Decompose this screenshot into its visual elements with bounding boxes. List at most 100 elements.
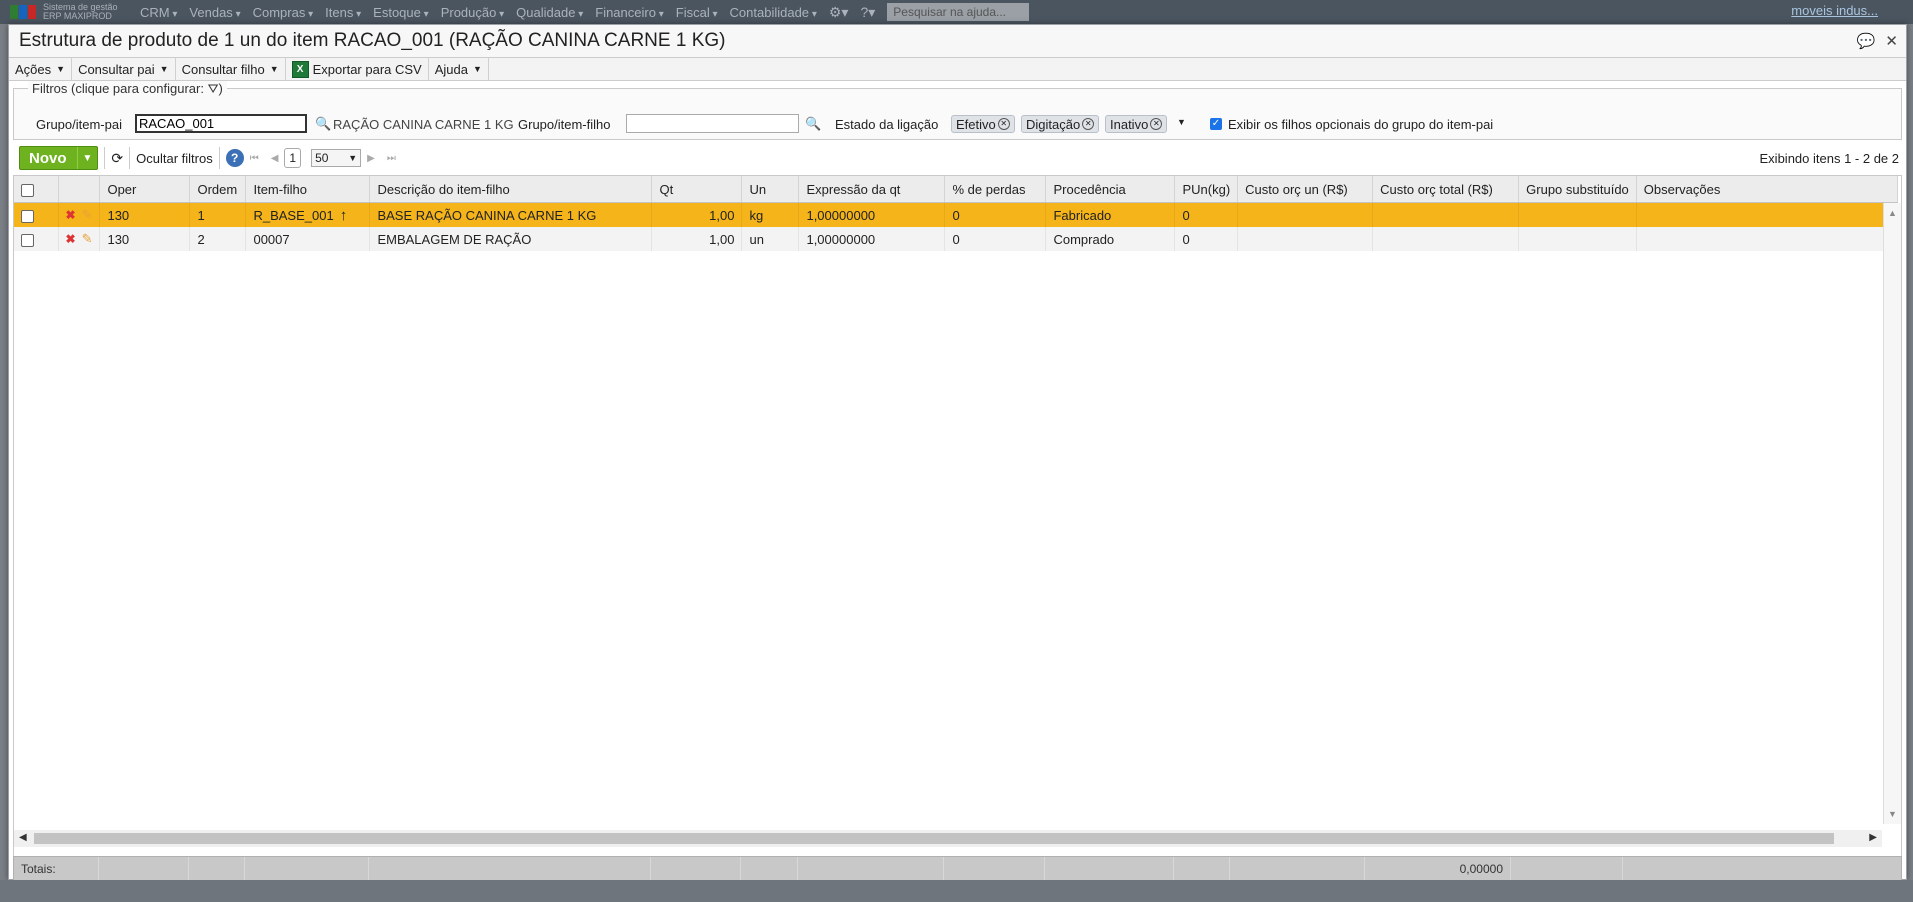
row-actions: ✖ ✎: [58, 227, 101, 251]
nav-fiscal[interactable]: Fiscal: [676, 5, 718, 20]
export-csv-label: Exportar para CSV: [312, 61, 422, 77]
col-oper[interactable]: Oper: [99, 176, 191, 203]
scroll-down-icon[interactable]: ▼: [1888, 809, 1897, 819]
menu-acoes[interactable]: Ações ▼: [9, 58, 73, 80]
filho-label: Grupo/item-filho: [518, 117, 611, 132]
col-expressao[interactable]: Expressão da qt: [798, 176, 946, 203]
nav-vendas[interactable]: Vendas: [189, 5, 240, 20]
help-search-input[interactable]: Pesquisar na ajuda...: [887, 3, 1030, 21]
pai-input[interactable]: [135, 114, 307, 133]
page-number-input[interactable]: 1: [284, 148, 302, 168]
arrow-up-icon[interactable]: ↑: [340, 207, 348, 224]
novo-button[interactable]: Novo ▼: [19, 146, 99, 170]
user-link[interactable]: moveis indus...: [1791, 3, 1878, 18]
select-all-header[interactable]: [14, 176, 59, 203]
app-logo[interactable]: Sistema de gestão ERP MAXIPROD: [0, 3, 140, 21]
cell-obs: [1636, 202, 1898, 227]
select-all-checkbox[interactable]: [21, 183, 34, 197]
col-descricao[interactable]: Descrição do item-filho: [369, 176, 653, 203]
tag-digitacao[interactable]: Digitação ✕: [1021, 115, 1100, 133]
horizontal-scrollbar[interactable]: ◀ ▶: [14, 830, 1882, 847]
cell-pun: 0: [1174, 202, 1239, 227]
pai-description: RAÇÃO CANINA CARNE 1 KG: [333, 117, 514, 132]
gear-icon[interactable]: ⚙▾: [829, 4, 849, 21]
col-un[interactable]: Un: [741, 176, 800, 203]
filters-panel: Filtros (clique para configurar: ⛛) Grup…: [13, 81, 1902, 140]
remove-tag-icon[interactable]: ✕: [1082, 118, 1095, 130]
delete-icon[interactable]: ✖: [66, 208, 76, 222]
nav-compras[interactable]: Compras: [253, 5, 314, 20]
delete-icon[interactable]: ✖: [66, 232, 76, 246]
nav-contabilidade[interactable]: Contabilidade: [730, 5, 817, 20]
nav-producao[interactable]: Produção: [441, 5, 504, 20]
col-custo-total[interactable]: Custo orç total (R$): [1372, 176, 1520, 203]
nav-itens[interactable]: Itens: [325, 5, 361, 20]
remove-tag-icon[interactable]: ✕: [1150, 118, 1163, 130]
totals-bar: Totais: 0,00000: [13, 856, 1902, 882]
page-size-value: 50: [315, 151, 329, 165]
table-row[interactable]: ✖ ✎ 130 1 R_BASE_001 ↑ BASE RAÇÃO CANINA C…: [14, 202, 1898, 227]
menu-ajuda[interactable]: Ajuda ▼: [429, 58, 489, 80]
tag-inativo[interactable]: Inativo ✕: [1105, 115, 1168, 133]
ocultar-filtros-button[interactable]: Ocultar filtros: [136, 151, 213, 166]
menu-consultar-pai[interactable]: Consultar pai ▼: [72, 58, 176, 80]
estado-dropdown-icon[interactable]: ▼: [1177, 117, 1186, 127]
tag-efetivo[interactable]: Efetivo ✕: [951, 115, 1015, 133]
row-select-cell[interactable]: [14, 227, 59, 251]
excel-icon: X: [291, 60, 309, 78]
col-pun[interactable]: PUn(kg): [1174, 176, 1239, 203]
menu-consultar-pai-label: Consultar pai: [78, 61, 155, 77]
edit-pencil-icon[interactable]: ✎: [82, 207, 93, 222]
refresh-icon[interactable]: ⟳: [111, 150, 123, 167]
scroll-up-icon[interactable]: ▲: [1888, 208, 1897, 218]
next-page-icon[interactable]: ▶: [367, 153, 375, 164]
cell-item-filho: 00007: [245, 227, 371, 251]
vertical-scrollbar[interactable]: ▲ ▼: [1883, 203, 1901, 824]
comment-icon[interactable]: 💬: [1857, 32, 1876, 50]
row-select-cell[interactable]: [14, 202, 59, 227]
pai-label: Grupo/item-pai: [36, 117, 122, 132]
cell-item-filho: R_BASE_001: [253, 207, 334, 223]
export-csv-button[interactable]: X Exportar para CSV: [286, 58, 429, 80]
last-page-icon[interactable]: ⏭: [387, 153, 396, 164]
cell-grupo-subst: [1518, 227, 1637, 251]
col-custo-un[interactable]: Custo orç un (R$): [1237, 176, 1374, 203]
close-icon[interactable]: ✕: [1885, 32, 1898, 50]
totals-spacer: [189, 857, 245, 881]
table-row[interactable]: ✖ ✎ 130 2 00007 EMBALAGEM DE RAÇÃO 1,00 u…: [14, 227, 1898, 251]
nav-crm[interactable]: CRM: [140, 5, 177, 20]
row-checkbox[interactable]: [21, 233, 34, 247]
menu-consultar-filho[interactable]: Consultar filho ▼: [176, 58, 286, 80]
row-checkbox[interactable]: [21, 209, 34, 223]
search-icon[interactable]: 🔍: [315, 116, 331, 132]
cell-pun: 0: [1174, 227, 1239, 251]
scroll-left-icon[interactable]: ◀: [19, 832, 27, 843]
scroll-right-icon[interactable]: ▶: [1869, 832, 1877, 843]
filho-input[interactable]: [626, 114, 799, 133]
col-observacoes[interactable]: Observações: [1636, 176, 1898, 203]
opcionais-checkbox[interactable]: ✓: [1210, 118, 1222, 130]
col-perdas[interactable]: % de perdas: [944, 176, 1047, 203]
window-titlebar: Estrutura de produto de 1 un do item RAC…: [9, 25, 1906, 57]
nav-financeiro[interactable]: Financeiro: [595, 5, 664, 20]
search-icon[interactable]: 🔍: [805, 116, 821, 132]
novo-dropdown-icon[interactable]: ▼: [76, 147, 98, 169]
edit-pencil-icon[interactable]: ✎: [82, 231, 93, 246]
scrollbar-thumb[interactable]: [34, 833, 1834, 844]
col-grupo-subst[interactable]: Grupo substituído: [1518, 176, 1637, 203]
window-title: Estrutura de produto de 1 un do item RAC…: [19, 30, 726, 51]
page-size-select[interactable]: 50 ▼: [311, 149, 362, 167]
help-icon[interactable]: ?: [225, 149, 244, 167]
help-circle-icon[interactable]: ?▾: [860, 4, 875, 21]
col-procedencia[interactable]: Procedência: [1045, 176, 1176, 203]
totals-spacer: [1511, 857, 1623, 881]
col-qt[interactable]: Qt: [651, 176, 743, 203]
remove-tag-icon[interactable]: ✕: [997, 118, 1010, 130]
nav-estoque[interactable]: Estoque: [373, 5, 429, 20]
col-item-filho[interactable]: Item-filho: [245, 176, 371, 203]
nav-qualidade[interactable]: Qualidade: [516, 5, 583, 20]
prev-page-icon[interactable]: ◀: [271, 153, 279, 164]
col-ordem[interactable]: Ordem: [189, 176, 247, 203]
chevron-down-icon: ▼: [348, 153, 358, 163]
first-page-icon[interactable]: ⏮: [250, 153, 259, 164]
